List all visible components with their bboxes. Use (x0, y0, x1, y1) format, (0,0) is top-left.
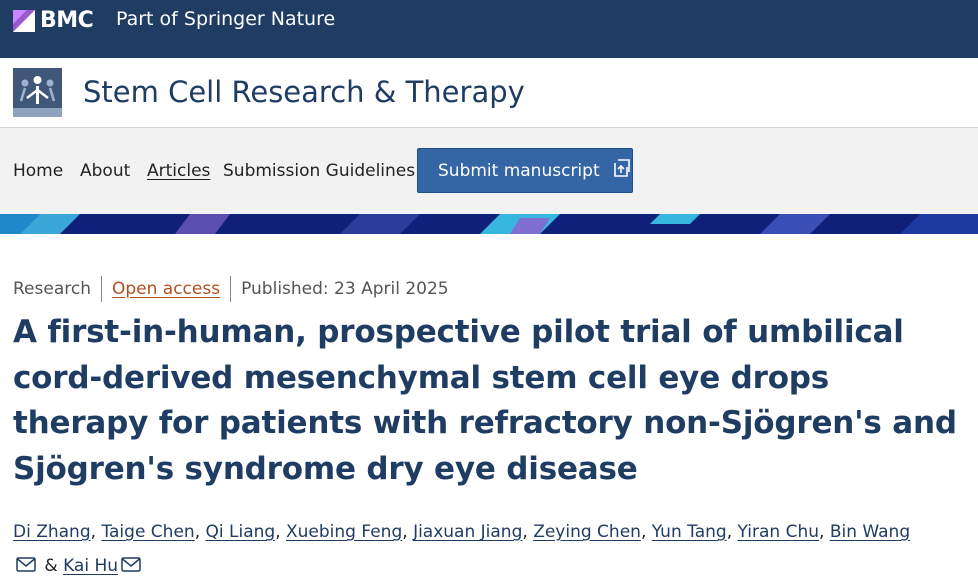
author-link[interactable]: Zeying Chen (533, 522, 641, 542)
brand-bar: BMC Part of Springer Nature (0, 0, 978, 58)
article-type: Research (13, 279, 91, 299)
bmc-logo-text: BMC (40, 8, 94, 33)
journal-header: Stem Cell Research & Therapy (0, 58, 978, 128)
author-link[interactable]: Yun Tang (652, 522, 727, 542)
author-separator: , (522, 522, 534, 542)
journal-logo-icon[interactable] (13, 68, 62, 117)
author-link[interactable]: Qi Liang (206, 522, 276, 542)
author-list: Di Zhang, Taige Chen, Qi Liang, Xuebing … (13, 515, 968, 584)
author-link[interactable]: Bin Wang (830, 522, 910, 542)
submit-manuscript-button[interactable]: Submit manuscript (417, 148, 633, 193)
author-link[interactable]: Di Zhang (13, 522, 91, 542)
email-icon[interactable] (121, 550, 141, 584)
nav-item-articles[interactable]: Articles (147, 161, 210, 181)
author-separator: , (275, 522, 286, 542)
decorative-banner (0, 214, 978, 234)
author-link[interactable]: Jiaxuan Jiang (413, 522, 522, 542)
author-link[interactable]: Xuebing Feng (286, 522, 402, 542)
submit-manuscript-label: Submit manuscript (438, 160, 600, 181)
author-separator: , (640, 522, 652, 542)
journal-title[interactable]: Stem Cell Research & Therapy (83, 75, 525, 109)
nav-item-about[interactable]: About (80, 161, 130, 181)
bmc-logo-icon (13, 9, 35, 32)
author-separator: , (402, 522, 414, 542)
meta-divider (230, 276, 232, 302)
author-link[interactable]: Kai Hu (63, 556, 118, 576)
author-link[interactable]: Yiran Chu (738, 522, 820, 542)
main-nav: Home About Articles Submission Guideline… (0, 128, 978, 214)
author-separator: , (819, 522, 830, 542)
author-separator: , (194, 522, 206, 542)
article-title: A first-in-human, prospective pilot tria… (13, 314, 957, 487)
springer-nature-link[interactable]: Part of Springer Nature (116, 8, 335, 30)
nav-item-home[interactable]: Home (13, 161, 63, 181)
open-access-link[interactable]: Open access (112, 279, 220, 299)
article-meta: Research Open access Published: 23 April… (13, 276, 449, 302)
nav-item-submission-guidelines[interactable]: Submission Guidelines (223, 161, 415, 181)
author-separator: , (90, 522, 102, 542)
meta-divider (100, 276, 102, 302)
email-icon[interactable] (16, 550, 36, 584)
upload-document-icon (610, 157, 632, 184)
bmc-logo[interactable]: BMC (13, 8, 94, 33)
author-separator: , (726, 522, 738, 542)
published-date: Published: 23 April 2025 (241, 279, 449, 299)
author-conjunction: & (44, 556, 58, 576)
author-link[interactable]: Taige Chen (101, 522, 194, 542)
